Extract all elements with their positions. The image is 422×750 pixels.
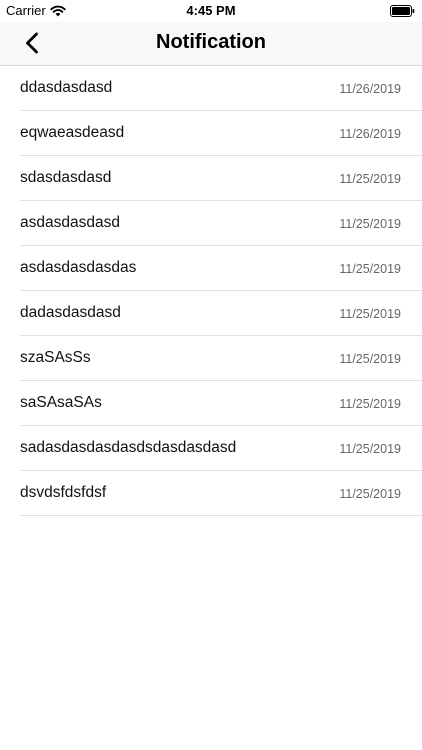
notification-date: 11/25/2019: [339, 352, 401, 366]
notification-date: 11/25/2019: [339, 397, 401, 411]
notification-date: 11/25/2019: [339, 262, 401, 276]
notification-message: sdasdasdasd: [20, 169, 112, 186]
notification-date: 11/25/2019: [339, 217, 401, 231]
notification-screen: Carrier 4:45 PM Notification ddasdasdasd…: [0, 0, 422, 750]
notification-row[interactable]: sdasdasdasd 11/25/2019: [20, 156, 422, 201]
notification-date: 11/25/2019: [339, 172, 401, 186]
notification-list: ddasdasdasd 11/26/2019 eqwaeasdeasd 11/2…: [20, 66, 422, 516]
notification-row[interactable]: asdasdasdasd 11/25/2019: [20, 201, 422, 246]
notification-row[interactable]: saSAsaSAs 11/25/2019: [20, 381, 422, 426]
notification-row[interactable]: dsvdsfdsfdsf 11/25/2019: [20, 471, 422, 516]
navigation-bar: Notification: [0, 22, 422, 66]
notification-date: 11/25/2019: [339, 442, 401, 456]
notification-message: dsvdsfdsfdsf: [20, 484, 107, 501]
notification-row[interactable]: asdasdasdasdas 11/25/2019: [20, 246, 422, 291]
notification-row[interactable]: ddasdasdasd 11/26/2019: [20, 66, 422, 111]
status-bar: Carrier 4:45 PM: [0, 0, 422, 22]
notification-row[interactable]: sadasdasdasdasdsdasdasdasd 11/25/2019: [20, 426, 422, 471]
notification-message: dadasdasdasd: [20, 304, 121, 321]
notification-row[interactable]: dadasdasdasd 11/25/2019: [20, 291, 422, 336]
notification-message: eqwaeasdeasd: [20, 124, 125, 141]
notification-message: asdasdasdasdas: [20, 259, 137, 276]
notification-date: 11/26/2019: [339, 127, 401, 141]
notification-date: 11/25/2019: [339, 487, 401, 501]
notification-row[interactable]: szaSAsSs 11/25/2019: [20, 336, 422, 381]
notification-message: ddasdasdasd: [20, 79, 113, 96]
notification-date: 11/26/2019: [339, 82, 401, 96]
notification-message: sadasdasdasdasdsdasdasdasd: [20, 439, 237, 456]
notification-row[interactable]: eqwaeasdeasd 11/26/2019: [20, 111, 422, 156]
battery-icon: [390, 5, 415, 17]
notification-date: 11/25/2019: [339, 307, 401, 321]
notification-message: asdasdasdasd: [20, 214, 120, 231]
page-title: Notification: [156, 31, 266, 53]
notification-message: saSAsaSAs: [20, 394, 102, 411]
notification-message: szaSAsSs: [20, 349, 91, 366]
status-time: 4:45 PM: [186, 3, 236, 18]
